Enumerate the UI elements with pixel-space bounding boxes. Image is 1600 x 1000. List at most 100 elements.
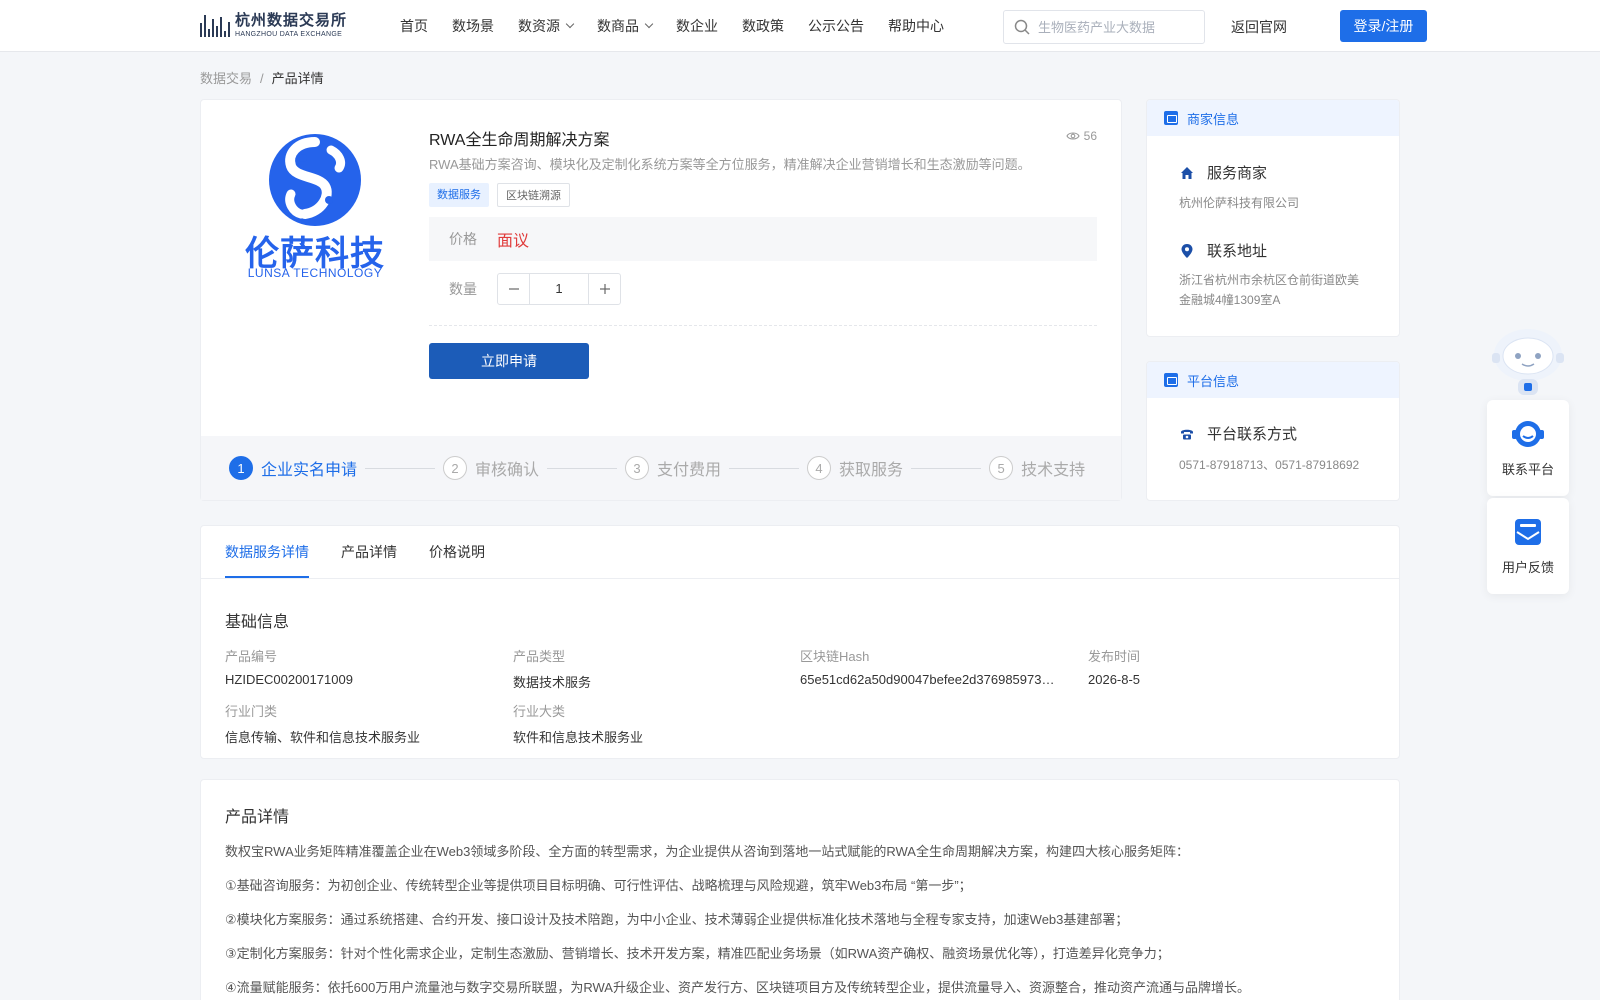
search-icon[interactable] bbox=[1014, 19, 1030, 35]
breadcrumb: 数据交易 / 产品详情 bbox=[200, 68, 324, 87]
merchant-panel-title: 商家信息 bbox=[1187, 111, 1240, 127]
decrease-quantity-button[interactable] bbox=[498, 274, 529, 304]
tag-blockchain-trace: 区块链溯源 bbox=[497, 183, 570, 207]
logo-bars-icon bbox=[200, 13, 230, 37]
quantity-input[interactable]: 1 bbox=[529, 274, 589, 304]
detail-paragraph: ①基础咨询服务：为初创企业、传统转型企业等提供项目目标明确、可行性评估、战略梳理… bbox=[225, 878, 972, 893]
lunsa-technology-logo: 伦萨科技 LUNSA TECHNOLOGY bbox=[239, 134, 391, 284]
step-label: 支付费用 bbox=[657, 462, 722, 479]
service-merchant-label: 服务商家 bbox=[1207, 165, 1268, 182]
field-label: 行业大类 bbox=[513, 704, 566, 719]
platform-contact-value: 0571-87918713、0571-87918692 bbox=[1179, 458, 1360, 472]
tab-price-description[interactable]: 价格说明 bbox=[429, 526, 485, 578]
platform-info-panel: 平台信息 平台联系方式 0571-87918713、0571-87918692 bbox=[1146, 361, 1400, 501]
breadcrumb-separator: / bbox=[260, 71, 264, 86]
nav-policies[interactable]: 数政策 bbox=[742, 16, 784, 36]
step-3: 3 支付费用 bbox=[625, 456, 721, 480]
login-register-button[interactable]: 登录/注册 bbox=[1340, 10, 1427, 42]
nav-enterprises[interactable]: 数企业 bbox=[676, 16, 718, 36]
logo-subtitle: HANGZHOU DATA EXCHANGE bbox=[235, 30, 343, 38]
step-label: 企业实名申请 bbox=[261, 462, 358, 479]
nav-resources[interactable]: 数资源 bbox=[518, 16, 575, 36]
breadcrumb-root[interactable]: 数据交易 bbox=[200, 71, 252, 86]
step-label: 审核确认 bbox=[475, 462, 540, 479]
field-industry-category: 行业大类 软件和信息技术服务业 bbox=[513, 701, 643, 746]
hangzhou-data-exchange-logo[interactable]: 杭州数据交易所 HANGZHOU DATA EXCHANGE bbox=[200, 9, 362, 41]
field-value: 信息传输、软件和信息技术服务业 bbox=[225, 730, 421, 745]
detail-paragraph: ②模块化方案服务：通过系统搭建、合约开发、接口设计及技术陪跑，为中小企业、技术薄… bbox=[225, 912, 1129, 927]
tab-data-service-detail[interactable]: 数据服务详情 bbox=[225, 526, 309, 578]
merchant-info-panel: 商家信息 服务商家 杭州伦萨科技有限公司 联系地址 浙江省杭州市余杭区仓前街道欧… bbox=[1146, 99, 1400, 337]
breadcrumb-current: 产品详情 bbox=[271, 71, 324, 86]
store-icon bbox=[1164, 111, 1178, 125]
apply-now-button[interactable]: 立即申请 bbox=[429, 343, 589, 379]
field-label: 产品类型 bbox=[513, 649, 566, 664]
customer-service-headset-icon bbox=[1512, 420, 1544, 447]
field-industry-sector: 行业门类 信息传输、软件和信息技术服务业 bbox=[225, 701, 420, 746]
step-label: 技术支持 bbox=[1021, 462, 1086, 479]
step-1: 1 企业实名申请 bbox=[229, 456, 357, 480]
plus-icon bbox=[599, 284, 610, 294]
quantity-stepper: 1 bbox=[497, 273, 621, 305]
back-to-official-site-link[interactable]: 返回官网 bbox=[1231, 17, 1287, 37]
field-publish-date: 发布时间 2026-8-5 bbox=[1088, 646, 1140, 687]
nav-help[interactable]: 帮助中心 bbox=[888, 16, 944, 36]
field-blockchain-hash: 区块链Hash 65e51cd62a50d90047befee2d3769859… bbox=[800, 646, 1054, 687]
tab-product-detail[interactable]: 产品详情 bbox=[341, 526, 397, 578]
product-title: RWA全生命周期解决方案 bbox=[429, 132, 610, 149]
step-number: 3 bbox=[625, 456, 650, 480]
product-detail-title: 产品详情 bbox=[225, 809, 290, 826]
step-number: 5 bbox=[989, 456, 1014, 480]
chevron-down-icon bbox=[565, 19, 575, 29]
product-tags: 数据服务 区块链溯源 bbox=[429, 183, 578, 207]
field-value: 2026-8-5 bbox=[1088, 672, 1141, 687]
user-feedback-widget[interactable]: 用户反馈 bbox=[1487, 498, 1569, 594]
eye-icon bbox=[1066, 132, 1080, 140]
field-value: HZIDEC00200171009 bbox=[225, 672, 353, 687]
increase-quantity-button[interactable] bbox=[589, 274, 620, 304]
home-icon bbox=[1181, 166, 1193, 179]
basic-info-title: 基础信息 bbox=[225, 614, 290, 631]
field-label: 发布时间 bbox=[1088, 649, 1141, 664]
step-label: 获取服务 bbox=[839, 462, 904, 479]
nav-scenes[interactable]: 数场景 bbox=[452, 16, 494, 36]
contact-address-value: 浙江省杭州市余杭区仓前街道欧美金融城4幢1309室A bbox=[1179, 273, 1360, 307]
nav-products[interactable]: 数商品 bbox=[597, 16, 654, 36]
step-connector bbox=[729, 467, 800, 469]
detail-paragraph: ③定制化方案服务：针对个性化需求企业，定制生态激励、营销增长、技术开发方案，精准… bbox=[225, 946, 1170, 961]
quantity-row: 数量 1 bbox=[429, 273, 621, 305]
step-connector bbox=[911, 467, 982, 469]
view-count-value: 56 bbox=[1083, 129, 1097, 143]
field-product-id: 产品编号 HZIDEC00200171009 bbox=[225, 646, 353, 687]
step-4: 4 获取服务 bbox=[807, 456, 903, 480]
feedback-mail-icon bbox=[1515, 518, 1541, 545]
product-summary-card: 伦萨科技 LUNSA TECHNOLOGY RWA全生命周期解决方案 56 RW… bbox=[200, 99, 1122, 501]
platform-contact-heading: 平台联系方式 bbox=[1179, 423, 1297, 444]
search-input[interactable] bbox=[1038, 19, 1198, 35]
nav-home[interactable]: 首页 bbox=[400, 16, 428, 36]
step-connector bbox=[365, 467, 436, 469]
product-description: RWA基础方案咨询、模块化及定制化系统方案等全方位服务，精准解决企业营销增长和生… bbox=[429, 157, 1031, 172]
step-5: 5 技术支持 bbox=[989, 456, 1085, 480]
field-product-type: 产品类型 数据技术服务 bbox=[513, 646, 591, 691]
assistant-robot-icon[interactable] bbox=[1488, 325, 1568, 399]
product-detail-card: 产品详情 数权宝RWA业务矩阵精准覆盖企业在Web3领域多阶段、全方面的转型需求… bbox=[200, 779, 1400, 1000]
chevron-down-icon bbox=[644, 19, 654, 29]
nav-announcements[interactable]: 公示公告 bbox=[808, 16, 864, 36]
platform-contact-label: 平台联系方式 bbox=[1207, 426, 1298, 443]
top-header: 杭州数据交易所 HANGZHOU DATA EXCHANGE 首页 数场景 数资… bbox=[0, 0, 1600, 52]
detail-tabs: 数据服务详情 产品详情 价格说明 bbox=[225, 526, 517, 578]
merchant-panel-header: 商家信息 bbox=[1147, 100, 1399, 136]
contact-address-label: 联系地址 bbox=[1207, 243, 1268, 260]
quantity-label: 数量 bbox=[449, 281, 477, 297]
step-number: 2 bbox=[443, 456, 468, 480]
field-label: 产品编号 bbox=[225, 649, 278, 664]
field-value: 数据技术服务 bbox=[513, 675, 592, 690]
price-value: 面议 bbox=[497, 233, 530, 250]
service-detail-card: 数据服务详情 产品详情 价格说明 基础信息 产品编号 HZIDEC0020017… bbox=[200, 525, 1400, 759]
contact-platform-widget[interactable]: 联系平台 bbox=[1487, 400, 1569, 496]
location-pin-icon bbox=[1181, 243, 1193, 258]
contact-platform-label: 联系平台 bbox=[1501, 461, 1554, 477]
step-2: 2 审核确认 bbox=[443, 456, 539, 480]
field-value: 65e51cd62a50d90047befee2d376985973… bbox=[800, 672, 1055, 687]
